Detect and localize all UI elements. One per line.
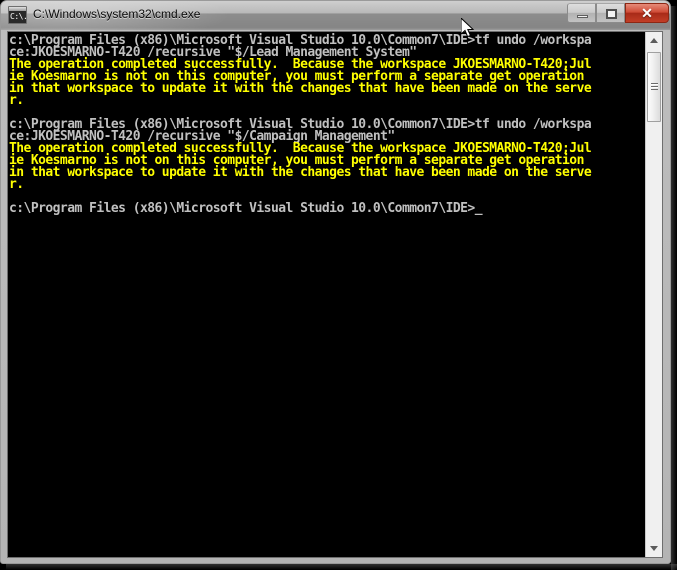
console-line: r. [9,93,24,108]
cmd-icon-titlebar-stripe [9,7,26,11]
scroll-down-arrow-button[interactable] [646,540,662,557]
cmd-icon-glyph: C:\. [10,12,28,21]
close-button[interactable]: ✕ [625,3,669,23]
scroll-thumb[interactable] [647,52,661,122]
title-bar[interactable]: C:\. C:\Windows\system32\cmd.exe ✕ [1,1,670,30]
console-line: in that workspace to update it with the … [9,81,592,96]
window-title: C:\Windows\system32\cmd.exe [33,7,201,21]
console-line: r. [9,177,24,192]
minimize-button[interactable] [567,3,596,23]
vertical-scrollbar[interactable] [645,32,662,557]
window-shadow-right [671,6,677,570]
console-line: in that workspace to update it with the … [9,165,592,180]
chevron-up-icon [650,38,658,43]
console-line: c:\Program Files (x86)\Microsoft Visual … [9,201,483,216]
console-output-pane[interactable]: c:\Program Files (x86)\Microsoft Visual … [8,32,646,557]
cmd-console-icon: C:\. [8,6,28,24]
console-text: c:\Program Files (x86)\Microsoft Visual … [9,34,592,216]
console-client-area: c:\Program Files (x86)\Microsoft Visual … [7,31,663,558]
minimize-icon [577,15,588,18]
cmd-window: C:\. C:\Windows\system32\cmd.exe ✕ c:\Pr… [0,0,677,570]
window-shadow-bottom [6,564,677,570]
maximize-icon [606,9,617,19]
maximize-button[interactable] [596,3,625,23]
scroll-thumb-grip-icon [651,83,658,90]
scrollbar-track[interactable] [646,122,662,540]
chevron-down-icon [650,546,658,551]
close-icon: ✕ [641,5,653,21]
scroll-up-arrow-button[interactable] [646,32,662,49]
